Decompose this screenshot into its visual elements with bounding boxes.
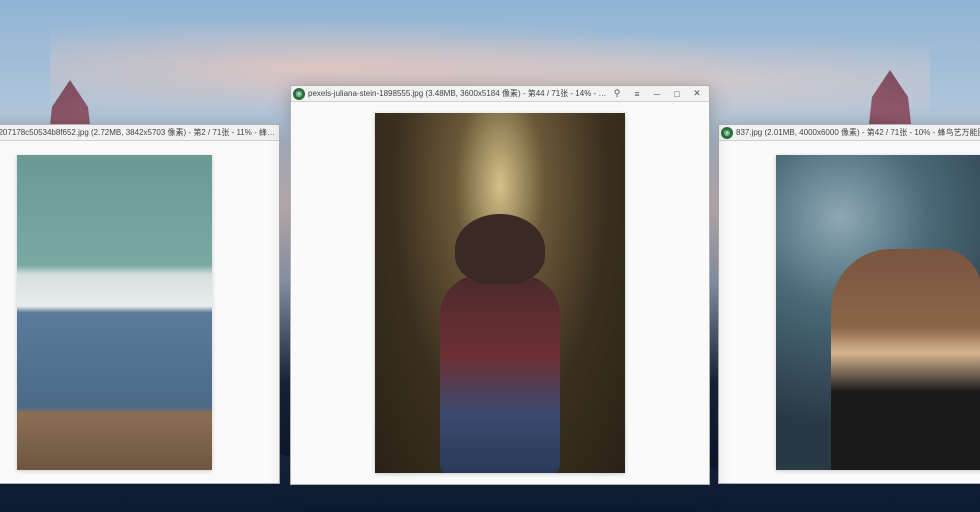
window-title: 0fc0001c207178c50534b8f652.jpg (2.72MB, … [0,127,277,138]
viewer-window-left[interactable]: ◉ 0fc0001c207178c50534b8f652.jpg (2.72MB… [0,124,280,484]
window-controls: ⚲ ≡ ─ □ ✕ [607,87,707,101]
displayed-photo [375,113,625,473]
viewer-window-right[interactable]: ◉ 837.jpg (2.01MB, 4000x6000 像素) - 第42 /… [718,124,980,484]
displayed-photo [776,155,980,470]
pin-button[interactable]: ⚲ [607,87,627,101]
titlebar[interactable]: ◉ pexels-juliana-stein-1898555.jpg (3.48… [291,86,709,102]
titlebar[interactable]: ◉ 0fc0001c207178c50534b8f652.jpg (2.72MB… [0,125,279,141]
minimize-button[interactable]: ─ [647,87,667,101]
displayed-photo [17,155,212,470]
app-icon: ◉ [293,88,305,100]
viewer-window-center[interactable]: ◉ pexels-juliana-stein-1898555.jpg (3.48… [290,85,710,485]
close-button[interactable]: ✕ [687,87,707,101]
titlebar[interactable]: ◉ 837.jpg (2.01MB, 4000x6000 像素) - 第42 /… [719,125,980,141]
image-viewport[interactable] [291,102,709,484]
maximize-button[interactable]: □ [667,87,687,101]
image-viewport[interactable] [719,141,980,483]
menu-button[interactable]: ≡ [627,87,647,101]
window-title: pexels-juliana-stein-1898555.jpg (3.48MB… [308,88,607,99]
window-title: 837.jpg (2.01MB, 4000x6000 像素) - 第42 / 7… [736,127,980,138]
app-icon: ◉ [721,127,733,139]
image-viewport[interactable] [0,141,279,483]
